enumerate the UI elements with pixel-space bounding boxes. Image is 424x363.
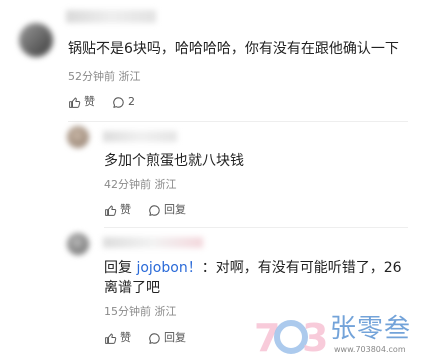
comment-time: 52分钟前	[68, 70, 115, 83]
comment-icon	[149, 204, 160, 216]
comment-icon	[149, 332, 160, 344]
reply-time: 42分钟前	[104, 178, 151, 191]
comment-meta: 52分钟前 浙江	[68, 70, 141, 84]
reply-like-button[interactable]: 赞	[104, 331, 131, 345]
comment-icon	[113, 96, 124, 108]
reply-count-button[interactable]: 2	[112, 95, 135, 109]
watermark-brand: 张零叁	[330, 314, 412, 344]
like-button[interactable]: 赞	[68, 95, 95, 109]
reply-text-line2: 离谱了吧	[104, 280, 160, 296]
like-label: 赞	[120, 331, 131, 344]
reply-avatar[interactable]	[67, 126, 89, 148]
reply-text-line1: 回复 jojobon！：对啊，有没有可能听错了，26	[104, 258, 402, 278]
avatar[interactable]	[19, 23, 53, 57]
divider	[68, 121, 408, 122]
reply-label: 回复	[164, 203, 186, 216]
thumb-up-icon	[105, 205, 117, 216]
reply-reply-button[interactable]: 回复	[148, 203, 186, 217]
comment-location: 浙江	[118, 70, 141, 83]
reply-prefix: 回复	[104, 260, 132, 276]
reply-meta: 42分钟前 浙江	[104, 178, 177, 192]
svg-text:3: 3	[302, 316, 326, 359]
reply-location: 浙江	[154, 178, 177, 191]
thumb-up-icon	[69, 97, 81, 108]
watermark-logo: 7 3	[254, 313, 328, 360]
reply-location: 浙江	[154, 305, 177, 318]
divider	[104, 227, 408, 228]
reply-meta: 15分钟前 浙江	[104, 305, 177, 319]
thumb-up-icon	[105, 333, 117, 344]
reply-count: 2	[128, 95, 135, 108]
reply-username-blurred[interactable]	[103, 237, 203, 248]
reply-time: 15分钟前	[104, 305, 151, 318]
reply-username-blurred[interactable]	[103, 131, 177, 142]
reply-like-button[interactable]: 赞	[104, 203, 131, 217]
reply-text-rest: ：对啊，有没有可能听错了，26	[201, 260, 402, 276]
comment-text: 锅贴不是6块吗，哈哈哈哈，你有没有在跟他确认一下	[68, 41, 399, 57]
like-label: 赞	[84, 95, 95, 108]
watermark-url: www.703804.com	[334, 345, 406, 354]
reply-text: 多加个煎蛋也就八块钱	[104, 153, 244, 169]
logo-703-icon: 7 3	[254, 316, 328, 360]
mention-link[interactable]: jojobon！	[136, 260, 201, 276]
like-label: 赞	[120, 203, 131, 216]
username-blurred[interactable]	[66, 10, 156, 23]
reply-avatar[interactable]	[67, 233, 89, 255]
reply-reply-button[interactable]: 回复	[148, 331, 186, 345]
reply-label: 回复	[164, 331, 186, 344]
